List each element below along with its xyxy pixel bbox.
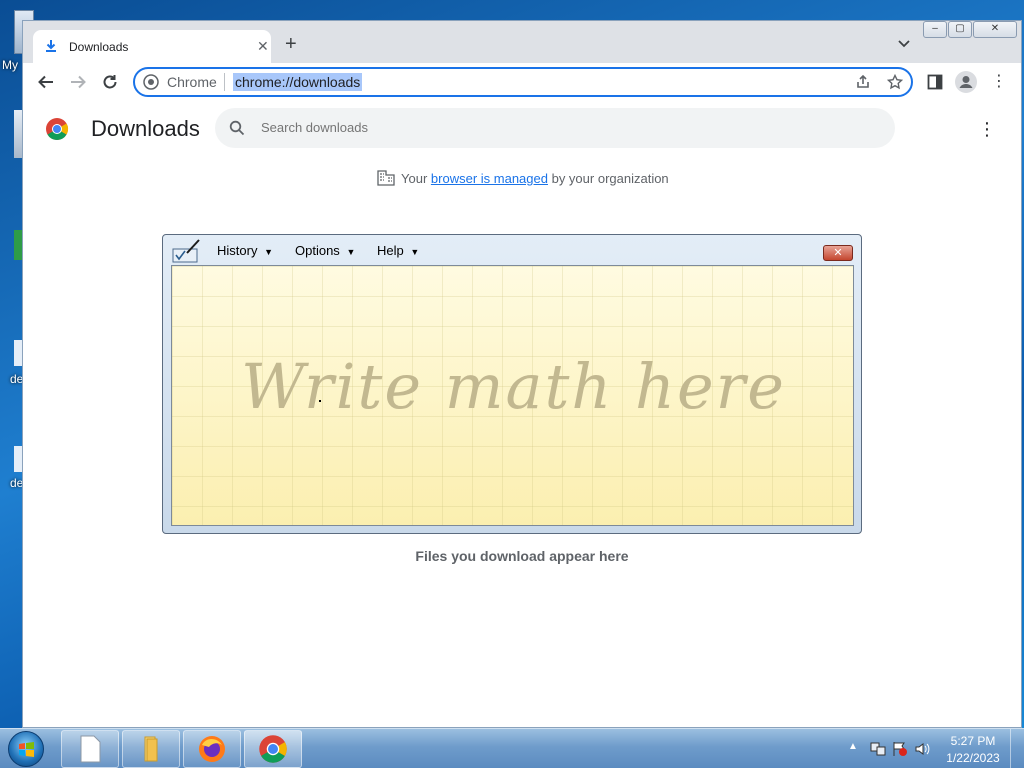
downloads-more-menu-icon[interactable]: ⋮ <box>978 119 996 139</box>
caret-down-icon: ▼ <box>264 247 273 257</box>
chrome-logo-icon <box>46 118 68 140</box>
chrome-site-icon <box>143 74 159 90</box>
search-input[interactable] <box>261 120 861 135</box>
download-icon <box>46 40 56 52</box>
managed-suffix: by your organization <box>551 171 669 186</box>
omnibox[interactable]: Chrome chrome://downloads <box>133 67 913 97</box>
writing-area[interactable]: Write math here <box>171 265 854 526</box>
caret-down-icon: ▼ <box>346 247 356 257</box>
minimize-button[interactable]: – <box>923 21 947 38</box>
chrome-menu-icon[interactable]: ⋮ <box>991 73 1007 91</box>
volume-icon[interactable] <box>914 741 930 757</box>
back-button[interactable] <box>34 70 58 94</box>
window-controls: – ▢ ✕ <box>923 21 1017 38</box>
forward-arrow-icon <box>71 75 86 89</box>
omnibox-url[interactable]: chrome://downloads <box>233 73 363 91</box>
menu-help[interactable]: Help ▼ <box>377 243 419 258</box>
restore-button[interactable]: ▢ <box>948 21 972 38</box>
taskbar-firefox[interactable] <box>183 730 241 768</box>
search-downloads-box[interactable] <box>215 108 895 148</box>
math-input-logo-icon <box>172 239 200 263</box>
system-tray: ▲ 5:27 PM 1/22/2023 <box>834 729 1024 768</box>
writing-hint: Write math here <box>241 350 786 423</box>
clock-date[interactable]: 1/22/2023 <box>938 751 1008 765</box>
taskbar-chrome[interactable] <box>244 730 302 768</box>
menu-history-label: History <box>217 243 258 258</box>
caret-down-icon: ▼ <box>410 247 420 257</box>
menu-options-label: Options <box>295 243 340 258</box>
close-window-button[interactable]: ✕ <box>973 21 1017 38</box>
start-button[interactable] <box>8 731 44 767</box>
managed-notice: Your browser is managed by your organiza… <box>377 170 669 186</box>
document-icon <box>80 735 101 763</box>
windows-logo-icon <box>19 742 34 757</box>
tab-close-icon[interactable]: ✕ <box>257 38 269 54</box>
bookmark-star-icon[interactable] <box>887 74 903 90</box>
omnibox-separator <box>224 73 225 91</box>
profile-avatar-icon[interactable] <box>955 71 977 93</box>
clock-time[interactable]: 5:27 PM <box>938 734 1008 748</box>
tab-title: Downloads <box>69 40 129 54</box>
building-icon <box>377 170 395 186</box>
share-icon[interactable] <box>855 74 871 90</box>
menu-help-label: Help <box>377 243 404 258</box>
action-center-flag-icon[interactable] <box>892 741 908 757</box>
reload-button[interactable] <box>98 70 122 94</box>
firefox-icon <box>199 736 225 762</box>
tab-strip: Downloads ✕ + – ▢ ✕ <box>23 21 1021 63</box>
taskbar-explorer[interactable] <box>122 730 180 768</box>
show-hidden-icons-icon[interactable]: ▲ <box>848 741 858 752</box>
managed-link[interactable]: browser is managed <box>431 171 548 186</box>
menu-options[interactable]: Options ▼ <box>295 243 355 258</box>
menu-history[interactable]: History ▼ <box>217 243 273 258</box>
managed-prefix: Your <box>401 171 428 186</box>
tab-search-chevron-icon[interactable] <box>897 37 911 51</box>
show-desktop-button[interactable] <box>1010 729 1024 768</box>
taskbar: ▲ 5:27 PM 1/22/2023 <box>0 728 1024 768</box>
forward-button[interactable] <box>66 70 90 94</box>
search-icon <box>229 120 245 136</box>
side-panel-icon[interactable] <box>927 74 943 90</box>
ink-dot <box>319 400 321 402</box>
reload-icon <box>103 75 117 89</box>
page-title: Downloads <box>91 116 200 141</box>
network-icon[interactable] <box>870 741 886 757</box>
omnibox-chip: Chrome <box>167 74 217 90</box>
tab-downloads[interactable]: Downloads ✕ <box>33 30 271 63</box>
desktop-icon-green[interactable] <box>14 230 22 260</box>
back-arrow-icon <box>38 75 53 89</box>
new-tab-button[interactable]: + <box>285 34 297 54</box>
taskbar-notepad[interactable] <box>61 730 119 768</box>
desktop-icon-doc2[interactable] <box>14 446 22 472</box>
empty-downloads-message: Files you download appear here <box>415 548 629 564</box>
math-input-panel: History ▼ Options ▼ Help ▼ ✕ Write math … <box>162 234 862 534</box>
folder-icon <box>144 736 158 762</box>
desktop-icon-doc1[interactable] <box>14 340 22 366</box>
browser-toolbar: Chrome chrome://downloads ⋮ <box>23 63 1021 101</box>
chrome-icon <box>259 735 287 763</box>
math-panel-close-button[interactable]: ✕ <box>823 245 853 261</box>
desktop-label-my: My <box>2 58 18 72</box>
